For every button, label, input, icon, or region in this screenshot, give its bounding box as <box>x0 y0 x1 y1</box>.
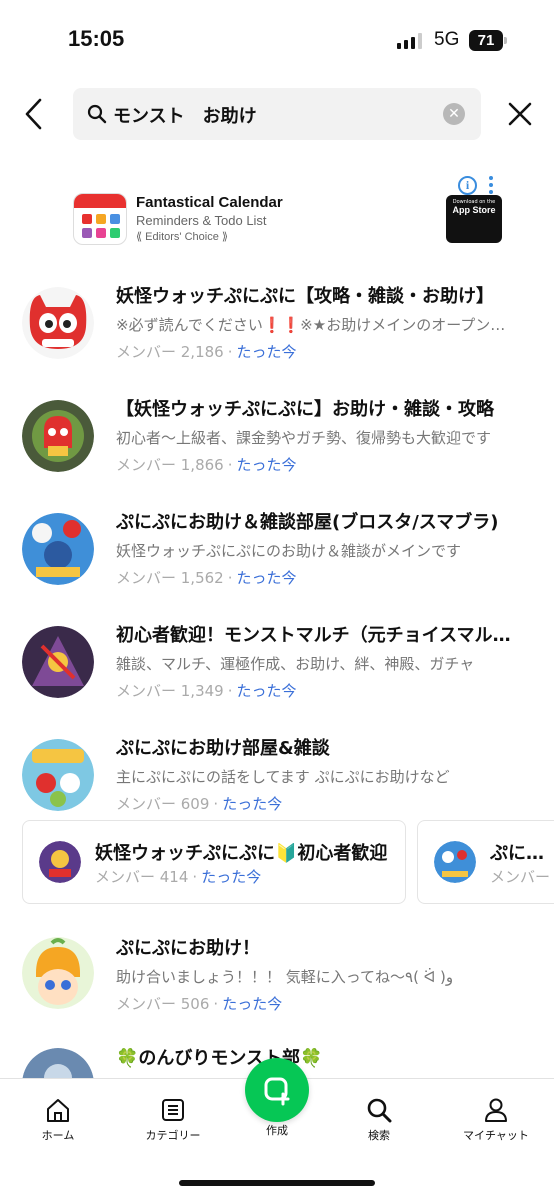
result-meta: メンバー 1,562 · たった今 <box>116 569 297 587</box>
member-count: メンバー 1,866 <box>116 456 224 474</box>
result-title: 初心者歓迎！モンストマルチ（元チョイスマルチ） <box>116 625 516 646</box>
card-title: ぷにぷに <box>490 843 554 864</box>
app-store-text: App Store <box>452 205 496 215</box>
tab-mychat[interactable]: マイチャット <box>446 1093 546 1143</box>
person-icon <box>485 1098 507 1122</box>
last-active: たった今 <box>236 569 297 587</box>
result-description: 助け合いましょう！！！ 気軽に入ってね〜٩( ᐛ )و <box>116 968 454 986</box>
add-chat-icon <box>264 1077 290 1106</box>
card-meta: メンバー <box>490 866 550 887</box>
result-meta: メンバー 2,186 · たった今 <box>116 343 297 361</box>
home-indicator <box>179 1180 375 1186</box>
signal-icon <box>397 33 422 49</box>
carousel-card[interactable]: 妖怪ウォッチぷにぷに🔰初心者歓迎 メンバー 414 · たった今 <box>22 820 406 904</box>
tab-category-label: カテゴリー <box>145 1129 201 1142</box>
status-bar: 15:05 5G 71 <box>0 0 554 80</box>
network-type: 5G <box>434 29 460 50</box>
result-meta: メンバー 506 · たった今 <box>116 995 283 1013</box>
list-item[interactable]: 【妖怪ウォッチぷにぷに】お助け・雑談・攻略 初心者〜上級者、課金勢やガチ勢、復帰… <box>0 395 554 505</box>
info-icon[interactable]: i <box>458 176 477 195</box>
member-count: メンバー 1,562 <box>116 569 224 587</box>
tab-mychat-label: マイチャット <box>463 1129 529 1142</box>
home-icon <box>47 1099 69 1122</box>
last-active: たった今 <box>201 868 262 886</box>
last-active: たった今 <box>222 795 283 813</box>
ad-title[interactable]: Fantastical Calendar <box>136 194 283 211</box>
app-store-button[interactable]: Download on the App Store <box>446 195 502 243</box>
close-button[interactable] <box>506 100 534 132</box>
search-input[interactable]: モンスト お助け ✕ <box>73 88 481 140</box>
ad-badge: ⟪ Editors' Choice ⟫ <box>136 231 228 243</box>
member-count: メンバー 414 <box>95 868 189 886</box>
avatar <box>39 841 81 883</box>
result-title: 妖怪ウォッチぷにぷに【攻略・雑談・お助け】 <box>116 286 494 307</box>
last-active: たった今 <box>222 995 283 1013</box>
chevron-left-icon <box>25 98 42 130</box>
more-vertical-icon[interactable] <box>489 176 493 197</box>
ad-app-icon[interactable] <box>73 193 127 245</box>
result-meta: メンバー 1,866 · たった今 <box>116 456 297 474</box>
close-icon <box>508 102 532 126</box>
avatar <box>22 400 94 472</box>
result-meta: メンバー 609 · たった今 <box>116 795 283 813</box>
status-time: 15:05 <box>68 26 125 51</box>
back-button[interactable] <box>20 96 50 132</box>
tab-home[interactable]: ホーム <box>8 1093 108 1143</box>
search-icon <box>367 1098 392 1123</box>
member-count: メンバー 2,186 <box>116 343 224 361</box>
result-title: ぷにぷにお助け部屋&雑談 <box>116 738 330 759</box>
result-title: 【妖怪ウォッチぷにぷに】お助け・雑談・攻略 <box>116 399 494 420</box>
list-item[interactable]: 初心者歓迎！モンストマルチ（元チョイスマルチ） 雑談、マルチ、運極作成、お助け、… <box>0 621 554 731</box>
avatar <box>22 287 94 359</box>
result-title: ぷにぷにお助け＆雑談部屋(ブロスタ/スマブラ) <box>116 512 499 533</box>
list-item[interactable]: 妖怪ウォッチぷにぷに【攻略・雑談・お助け】 ※必ず読んでください❗️❗️※★お助… <box>0 282 554 392</box>
last-active: たった今 <box>236 456 297 474</box>
ad-subtitle: Reminders & Todo List <box>136 213 267 228</box>
result-meta: メンバー 1,349 · たった今 <box>116 682 297 700</box>
create-button[interactable] <box>245 1058 309 1122</box>
clear-search-button[interactable]: ✕ <box>443 103 465 125</box>
result-description: 主にぷにぷにの話をしてます ぷにぷにお助けなど <box>116 768 450 786</box>
avatar <box>22 626 94 698</box>
member-count: メンバー 609 <box>116 795 210 813</box>
last-active: たった今 <box>236 343 297 361</box>
result-description: ※必ず読んでください❗️❗️※★お助けメインのオープンチャットです <box>116 316 510 334</box>
battery-tip <box>504 37 507 44</box>
tab-category[interactable]: カテゴリー <box>123 1093 223 1143</box>
search-query: モンスト お助け <box>113 106 257 127</box>
last-active: たった今 <box>236 682 297 700</box>
search-icon <box>87 104 107 124</box>
avatar <box>22 513 94 585</box>
list-item[interactable]: ぷにぷにお助け！ 助け合いましょう！！！ 気軽に入ってね〜٩( ᐛ )و メンバ… <box>0 934 554 1044</box>
tab-search[interactable]: 検索 <box>329 1093 429 1143</box>
result-title: 🍀のんびりモンスト部🍀 <box>116 1048 323 1069</box>
member-count: メンバー 506 <box>116 995 210 1013</box>
avatar <box>22 739 94 811</box>
tab-home-label: ホーム <box>41 1129 75 1142</box>
list-item[interactable]: ぷにぷにお助け＆雑談部屋(ブロスタ/スマブラ) 妖怪ウォッチぷにぷにのお助け＆雑… <box>0 508 554 618</box>
tab-search-label: 検索 <box>368 1129 390 1142</box>
tab-create-label: 作成 <box>266 1124 288 1137</box>
list-icon <box>162 1099 184 1121</box>
carousel-card[interactable]: ぷにぷに メンバー <box>417 820 554 904</box>
result-description: 雑談、マルチ、運極作成、お助け、絆、神殿、ガチャ <box>116 655 475 673</box>
battery-icon: 71 <box>469 30 503 51</box>
member-count: メンバー 1,349 <box>116 682 224 700</box>
avatar <box>434 841 476 883</box>
card-meta: メンバー 414 · たった今 <box>95 868 262 886</box>
result-description: 妖怪ウォッチぷにぷにのお助け＆雑談がメインです <box>116 542 462 560</box>
member-count: メンバー <box>490 868 551 886</box>
result-description: 初心者〜上級者、課金勢やガチ勢、復帰勢も大歓迎です <box>116 429 492 447</box>
avatar <box>22 937 94 1009</box>
result-title: ぷにぷにお助け！ <box>116 938 260 959</box>
card-title: 妖怪ウォッチぷにぷに🔰初心者歓迎 <box>95 843 388 864</box>
